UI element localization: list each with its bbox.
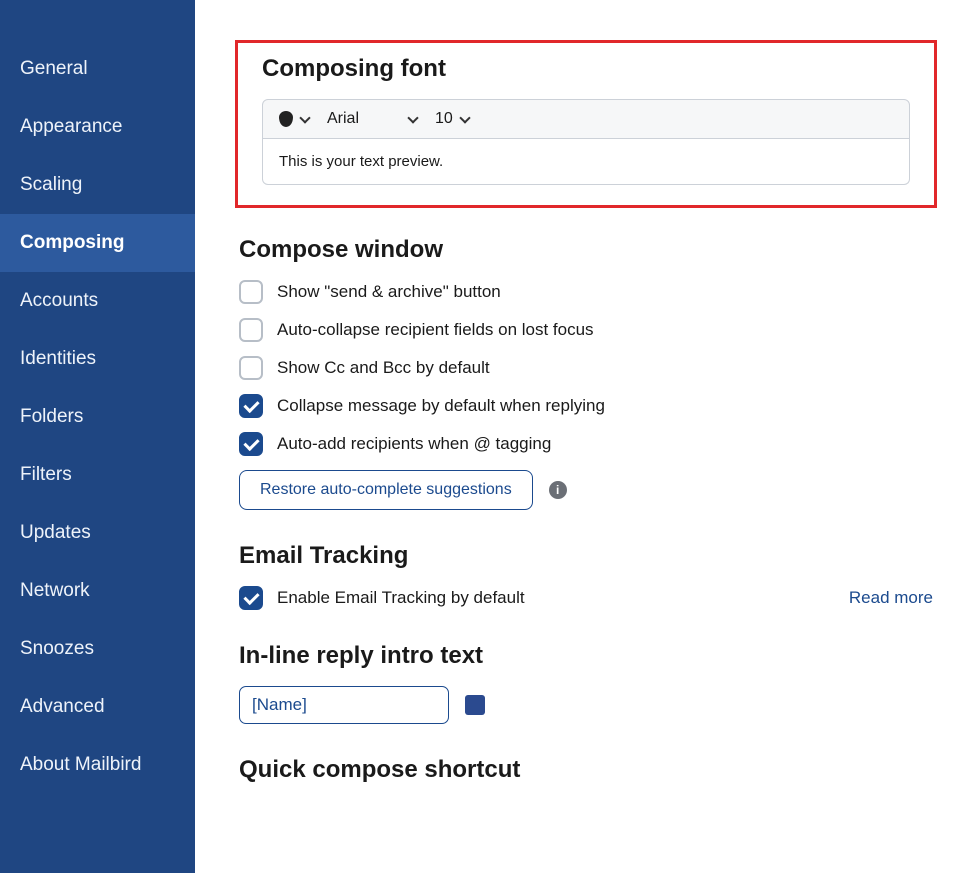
font-color-select[interactable] bbox=[279, 111, 309, 127]
read-more-link[interactable]: Read more bbox=[849, 588, 933, 608]
font-family-select[interactable]: Arial bbox=[327, 110, 417, 128]
option-auto-add-at: Auto-add recipients when @ tagging bbox=[239, 432, 933, 456]
drop-icon bbox=[279, 111, 293, 127]
quick-compose-heading: Quick compose shortcut bbox=[239, 756, 933, 784]
chevron-down-icon bbox=[299, 112, 310, 123]
sidebar-item-filters[interactable]: Filters bbox=[0, 446, 195, 504]
checkbox-auto-add-at[interactable] bbox=[239, 432, 263, 456]
sidebar-item-advanced[interactable]: Advanced bbox=[0, 678, 195, 736]
option-auto-collapse: Auto-collapse recipient fields on lost f… bbox=[239, 318, 933, 342]
inline-reply-heading: In-line reply intro text bbox=[239, 642, 933, 670]
sidebar-item-accounts[interactable]: Accounts bbox=[0, 272, 195, 330]
checkbox-show-cc-bcc[interactable] bbox=[239, 356, 263, 380]
chevron-down-icon bbox=[407, 112, 418, 123]
quick-compose-section: Quick compose shortcut bbox=[235, 756, 937, 784]
inline-reply-color-swatch[interactable] bbox=[465, 695, 485, 715]
option-label: Enable Email Tracking by default bbox=[277, 588, 525, 608]
email-tracking-section: Email Tracking Enable Email Tracking by … bbox=[235, 542, 937, 610]
restore-autocomplete-button[interactable]: Restore auto-complete suggestions bbox=[239, 470, 533, 510]
option-label: Show "send & archive" button bbox=[277, 282, 501, 302]
composing-font-section: Composing font Arial 10 This is your tex… bbox=[235, 40, 937, 208]
checkbox-auto-collapse[interactable] bbox=[239, 318, 263, 342]
font-size-select[interactable]: 10 bbox=[435, 110, 469, 128]
sidebar-item-folders[interactable]: Folders bbox=[0, 388, 195, 446]
compose-window-section: Compose window Show "send & archive" but… bbox=[235, 236, 937, 510]
checkbox-send-archive[interactable] bbox=[239, 280, 263, 304]
checkbox-collapse-reply[interactable] bbox=[239, 394, 263, 418]
option-collapse-reply: Collapse message by default when replyin… bbox=[239, 394, 933, 418]
composing-font-heading: Composing font bbox=[262, 55, 910, 83]
sidebar-item-general[interactable]: General bbox=[0, 40, 195, 98]
chevron-down-icon bbox=[459, 112, 470, 123]
option-label: Auto-collapse recipient fields on lost f… bbox=[277, 320, 594, 340]
sidebar-item-identities[interactable]: Identities bbox=[0, 330, 195, 388]
inline-reply-section: In-line reply intro text bbox=[235, 642, 937, 724]
option-send-archive: Show "send & archive" button bbox=[239, 280, 933, 304]
sidebar-item-appearance[interactable]: Appearance bbox=[0, 98, 195, 156]
sidebar-item-snoozes[interactable]: Snoozes bbox=[0, 620, 195, 678]
info-icon[interactable]: i bbox=[549, 481, 567, 499]
option-enable-tracking: Enable Email Tracking by default bbox=[239, 586, 525, 610]
compose-window-heading: Compose window bbox=[239, 236, 933, 264]
option-label: Show Cc and Bcc by default bbox=[277, 358, 490, 378]
option-show-cc-bcc: Show Cc and Bcc by default bbox=[239, 356, 933, 380]
checkbox-enable-tracking[interactable] bbox=[239, 586, 263, 610]
sidebar-item-network[interactable]: Network bbox=[0, 562, 195, 620]
option-label: Collapse message by default when replyin… bbox=[277, 396, 605, 416]
inline-reply-input[interactable] bbox=[239, 686, 449, 724]
sidebar-item-scaling[interactable]: Scaling bbox=[0, 156, 195, 214]
sidebar-item-updates[interactable]: Updates bbox=[0, 504, 195, 562]
email-tracking-heading: Email Tracking bbox=[239, 542, 933, 570]
font-size-value: 10 bbox=[435, 110, 453, 128]
option-label: Auto-add recipients when @ tagging bbox=[277, 434, 551, 454]
font-toolbar: Arial 10 bbox=[262, 99, 910, 139]
font-family-value: Arial bbox=[327, 110, 359, 128]
sidebar-item-composing[interactable]: Composing bbox=[0, 214, 195, 272]
settings-sidebar: General Appearance Scaling Composing Acc… bbox=[0, 0, 195, 873]
settings-main: Composing font Arial 10 This is your tex… bbox=[195, 0, 977, 873]
font-preview: This is your text preview. bbox=[262, 139, 910, 185]
sidebar-item-about[interactable]: About Mailbird bbox=[0, 736, 195, 794]
